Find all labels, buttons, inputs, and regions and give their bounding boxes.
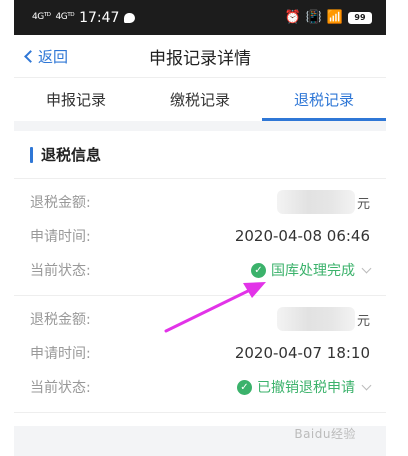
back-button[interactable]: 返回: [24, 35, 69, 77]
status-value: 已撤销退税申请: [257, 380, 355, 396]
status-dropdown[interactable]: ✓ 已撤销退税申请: [237, 377, 372, 397]
time-value: 2020-04-07 18:10: [234, 344, 370, 362]
amount-label: 退税金额:: [30, 312, 91, 328]
tab-refund-records[interactable]: 退税记录: [262, 78, 386, 121]
battery-icon: 99: [348, 11, 372, 24]
tab-declaration-records[interactable]: 申报记录: [14, 78, 138, 121]
time-label: 申请时间:: [30, 346, 91, 362]
status-label: 当前状态:: [30, 380, 91, 396]
page-title: 申报记录详情: [149, 48, 251, 69]
status-value: 国库处理完成: [271, 263, 355, 279]
watermark: Baidu经验: [294, 427, 356, 441]
time-value: 2020-04-08 06:46: [234, 227, 370, 245]
message-icon: [124, 12, 136, 23]
refund-record[interactable]: 退税金额: 元 申请时间: 2020-04-07 18:10 当前状态: ✓ 已…: [14, 296, 386, 413]
phone-screen: 4Gᵀᴰ 4Gᵀᴰ 17:47 ⏰ 📳 📶 99 返回 申报记录详情 申报记录 …: [14, 0, 386, 456]
amount-row: 退税金额: 元: [30, 185, 370, 219]
vibrate-icon: 📳: [305, 10, 322, 25]
time-row: 申请时间: 2020-04-07 18:10: [30, 336, 370, 370]
refund-record[interactable]: 退税金额: 元 申请时间: 2020-04-08 06:46 当前状态: ✓ 国…: [14, 179, 386, 296]
status-dropdown[interactable]: ✓ 国库处理完成: [251, 260, 372, 280]
redacted-amount: [276, 190, 355, 214]
status-row: 当前状态: ✓ 国库处理完成: [30, 253, 372, 287]
chevron-left-icon: [24, 50, 37, 63]
back-label: 返回: [38, 47, 69, 66]
amount-row: 退税金额: 元: [30, 302, 370, 336]
signal-icon: 4Gᵀᴰ: [32, 12, 51, 22]
chevron-down-icon: [361, 380, 372, 390]
tab-bar: 申报记录 缴税记录 退税记录: [14, 77, 386, 121]
amount-unit: 元: [356, 196, 370, 212]
amount-label: 退税金额:: [30, 195, 91, 211]
check-circle-icon: ✓: [251, 262, 266, 278]
section-marker: [30, 146, 33, 163]
nav-bar: 返回 申报记录详情: [14, 35, 386, 77]
amount-unit: 元: [356, 313, 370, 329]
chevron-down-icon: [361, 263, 372, 273]
time-label: 申请时间:: [30, 229, 91, 245]
signal-icon: 4Gᵀᴰ: [55, 12, 75, 22]
status-bar: 4Gᵀᴰ 4Gᵀᴰ 17:47 ⏰ 📳 📶 99: [14, 0, 386, 35]
section-title: 退税信息: [41, 146, 102, 164]
status-row: 当前状态: ✓ 已撤销退税申请: [30, 370, 372, 404]
clock-time: 17:47: [79, 9, 120, 26]
wifi-icon: 📶: [326, 10, 343, 25]
check-circle-icon: ✓: [237, 379, 252, 395]
tab-payment-records[interactable]: 缴税记录: [138, 78, 262, 121]
time-row: 申请时间: 2020-04-08 06:46: [30, 219, 370, 253]
status-label: 当前状态:: [30, 263, 91, 279]
section-header: 退税信息: [14, 131, 386, 179]
refund-info-card: 退税信息 退税金额: 元 申请时间: 2020-04-08 06:46 当前状态…: [14, 131, 386, 426]
alarm-icon: ⏰: [284, 10, 301, 25]
redacted-amount: [276, 307, 355, 331]
